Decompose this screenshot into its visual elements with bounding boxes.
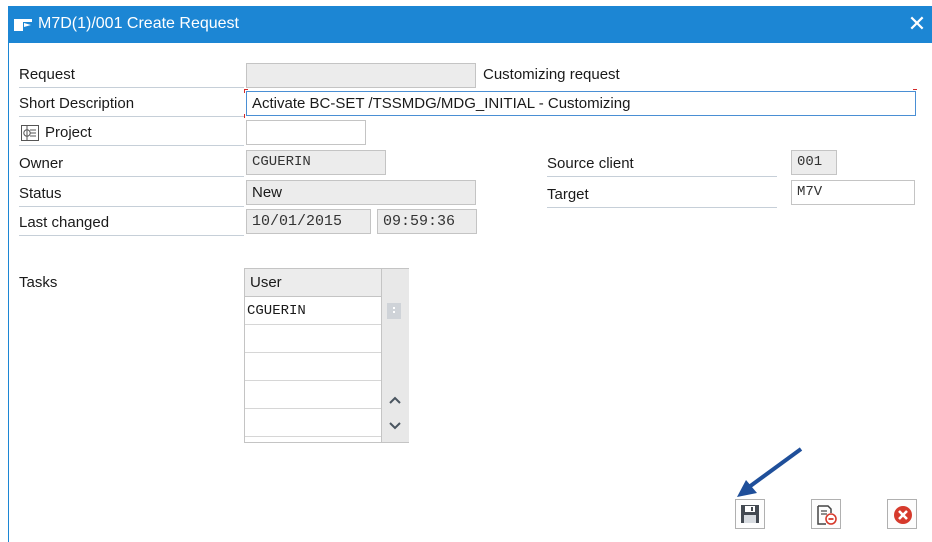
table-row[interactable] <box>245 353 381 381</box>
document-minus-icon <box>817 505 837 525</box>
status-label: Status <box>19 182 244 207</box>
table-row[interactable] <box>245 409 381 437</box>
required-marker-icon <box>913 114 917 118</box>
required-marker-icon <box>244 114 248 118</box>
tasks-label: Tasks <box>19 274 58 291</box>
required-marker-icon <box>244 89 248 93</box>
scroll-up-icon[interactable] <box>386 391 404 409</box>
cancel-circle-icon <box>894 506 912 524</box>
last-changed-label: Last changed <box>19 211 244 236</box>
column-settings-icon[interactable] <box>387 303 401 319</box>
pointer-arrow-icon <box>737 447 803 497</box>
table-row[interactable]: CGUERIN <box>245 297 381 325</box>
owner-label: Owner <box>19 152 244 177</box>
short-description-input[interactable]: Activate BC-SET /TSSMDG/MDG_INITIAL - Cu… <box>246 91 916 116</box>
create-request-icon <box>14 19 32 31</box>
dialog-titlebar: M7D(1)/001 Create Request ✕ <box>8 6 932 43</box>
dialog-title: M7D(1)/001 Create Request <box>38 15 239 32</box>
required-marker-icon <box>913 89 917 93</box>
source-client-field: 001 <box>791 150 837 175</box>
tasks-column-header[interactable]: User <box>245 269 381 297</box>
request-field <box>246 63 476 88</box>
dialog-body: Request Customizing request Short Descri… <box>8 43 932 542</box>
table-row[interactable] <box>245 325 381 353</box>
target-input[interactable]: M7V <box>791 180 915 205</box>
scroll-down-icon[interactable] <box>386 417 404 435</box>
owner-field: CGUERIN <box>246 150 386 175</box>
last-changed-time-field: 09:59:36 <box>377 209 477 234</box>
request-type-text: Customizing request <box>483 66 620 83</box>
save-button[interactable] <box>735 499 765 529</box>
project-input[interactable] <box>246 120 366 145</box>
short-description-label: Short Description <box>19 92 244 117</box>
tasks-scrollbar[interactable] <box>381 269 409 442</box>
source-client-label: Source client <box>547 152 777 177</box>
cancel-button[interactable] <box>887 499 917 529</box>
status-field: New <box>246 180 476 205</box>
local-request-button[interactable] <box>811 499 841 529</box>
floppy-disk-icon <box>741 505 759 523</box>
close-icon[interactable]: ✕ <box>906 11 928 37</box>
last-changed-date-field: 10/01/2015 <box>246 209 371 234</box>
table-row[interactable] <box>245 381 381 409</box>
target-label: Target <box>547 183 777 208</box>
project-icon <box>21 125 39 141</box>
project-label: Project <box>19 121 244 146</box>
request-label: Request <box>19 63 244 88</box>
tasks-table: User CGUERIN <box>244 268 409 443</box>
